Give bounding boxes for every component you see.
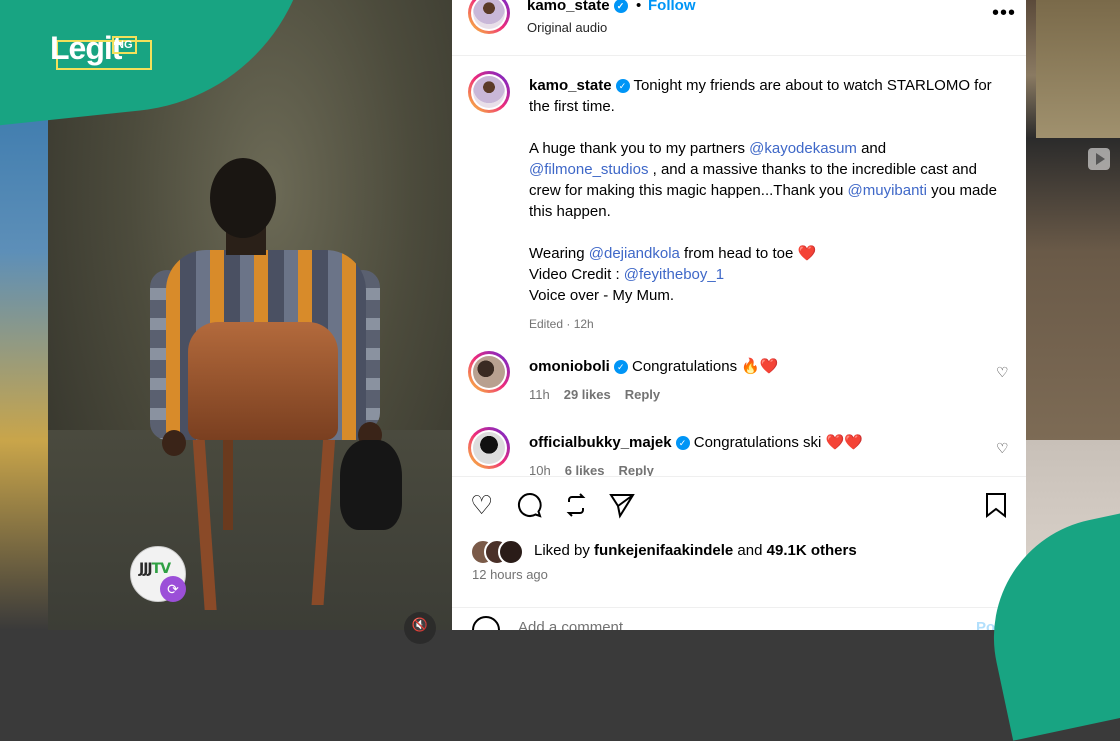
caption-text: A huge thank you to my partners	[529, 140, 750, 157]
comment-avatar[interactable]	[468, 427, 510, 469]
caption-text: from head to toe	[679, 245, 798, 262]
author-avatar[interactable]	[468, 0, 510, 34]
caption-meta: Edited · 12h	[529, 317, 594, 331]
audio-label[interactable]: Original audio	[527, 20, 607, 35]
mute-icon[interactable]: 🔇	[404, 612, 436, 644]
liked-mid: and	[733, 542, 767, 559]
verified-icon: ✓	[613, 360, 628, 375]
caption-text: Video Credit :	[529, 266, 624, 283]
bookmark-icon[interactable]	[984, 491, 1008, 524]
comment: omonioboli ✓ Congratulations 🔥❤️	[529, 357, 779, 375]
mention-link[interactable]: @filmone_studios	[529, 161, 648, 178]
post-actions: ♡ Liked by funkejenifaakindele and 49.1K…	[452, 476, 1026, 630]
more-options-icon[interactable]: •••	[992, 2, 1016, 25]
comment: officialbukky_majek ✓ Congratulations ski…	[529, 433, 863, 451]
legit-logo-ng: NG	[112, 36, 137, 54]
verified-icon: ✓	[675, 436, 690, 451]
verified-icon: ✓	[613, 0, 628, 14]
person-head	[210, 158, 276, 238]
mention-link[interactable]: @dejiandkola	[589, 245, 680, 262]
comment-username[interactable]: officialbukky_majek	[529, 434, 672, 451]
verified-icon: ✓	[615, 79, 630, 94]
share-icon[interactable]	[608, 491, 636, 524]
separator-dot: •	[636, 0, 642, 14]
comment-input[interactable]: Add a comment...	[518, 619, 636, 630]
play-icon[interactable]	[1088, 148, 1110, 170]
comment-icon[interactable]	[516, 491, 544, 524]
post-caption: kamo_state ✓ Tonight my friends are about…	[529, 75, 999, 335]
comment-text: Congratulations ski	[693, 434, 822, 451]
caption-author[interactable]: kamo_state	[529, 77, 612, 94]
repost-badge-icon: ⟳	[160, 576, 186, 602]
comment-reply[interactable]: Reply	[625, 387, 660, 402]
comment-username[interactable]: omonioboli	[529, 358, 610, 375]
caption-text: Wearing	[529, 245, 589, 262]
comment-emoji: ❤️❤️	[825, 434, 863, 451]
heart-icon[interactable]: ♡	[470, 491, 493, 519]
comment-likes[interactable]: 29 likes	[564, 387, 611, 402]
liked-user[interactable]: funkejenifaakindele	[594, 542, 733, 559]
post-panel: kamo_state ✓ • Follow Original audio ••• …	[452, 0, 1026, 630]
background-window	[1036, 0, 1120, 138]
caption-text: Voice over - My Mum.	[529, 287, 675, 304]
author-username[interactable]: kamo_state	[527, 0, 610, 14]
comment-avatar[interactable]	[468, 351, 510, 393]
repost-icon[interactable]	[562, 491, 590, 524]
comment-like-icon[interactable]: ♡	[996, 364, 1010, 380]
legit-logo: Legit	[50, 30, 122, 66]
mention-link[interactable]: @feyitheboy_1	[624, 266, 724, 283]
emoji-icon[interactable]	[472, 616, 500, 630]
watermark-highlight: TV	[151, 561, 171, 577]
caption-text: and	[856, 140, 887, 157]
dog	[340, 440, 402, 530]
liked-count[interactable]: 49.1K others	[767, 542, 857, 559]
post-time: 12 hours ago	[472, 567, 548, 582]
comment-emoji: 🔥❤️	[741, 358, 779, 375]
caption-avatar[interactable]	[468, 71, 510, 113]
chair-leg	[223, 430, 233, 530]
heart-emoji: ❤️	[797, 245, 817, 262]
post-header: kamo_state ✓ • Follow Original audio •••	[452, 0, 1026, 56]
chair-back	[188, 322, 338, 440]
watermark-text: JJJ	[139, 561, 153, 577]
liked-prefix: Liked by	[534, 542, 595, 559]
comment-time: 11h	[529, 387, 550, 402]
comment-like-icon[interactable]: ♡	[996, 440, 1010, 456]
liker-avatars	[470, 539, 530, 565]
liker-avatar	[498, 539, 524, 565]
mention-link[interactable]: @muyibanti	[848, 182, 927, 199]
person-hand	[162, 430, 186, 456]
comment-text: Congratulations	[632, 358, 738, 375]
add-comment-bar: Add a comment... Post	[452, 607, 1026, 630]
follow-button[interactable]: Follow	[648, 0, 696, 14]
liked-by: Liked by funkejenifaakindele and 49.1K o…	[534, 542, 857, 559]
mention-link[interactable]: @kayodekasum	[749, 140, 857, 157]
comment-meta: 11h 29 likes Reply	[529, 387, 674, 402]
